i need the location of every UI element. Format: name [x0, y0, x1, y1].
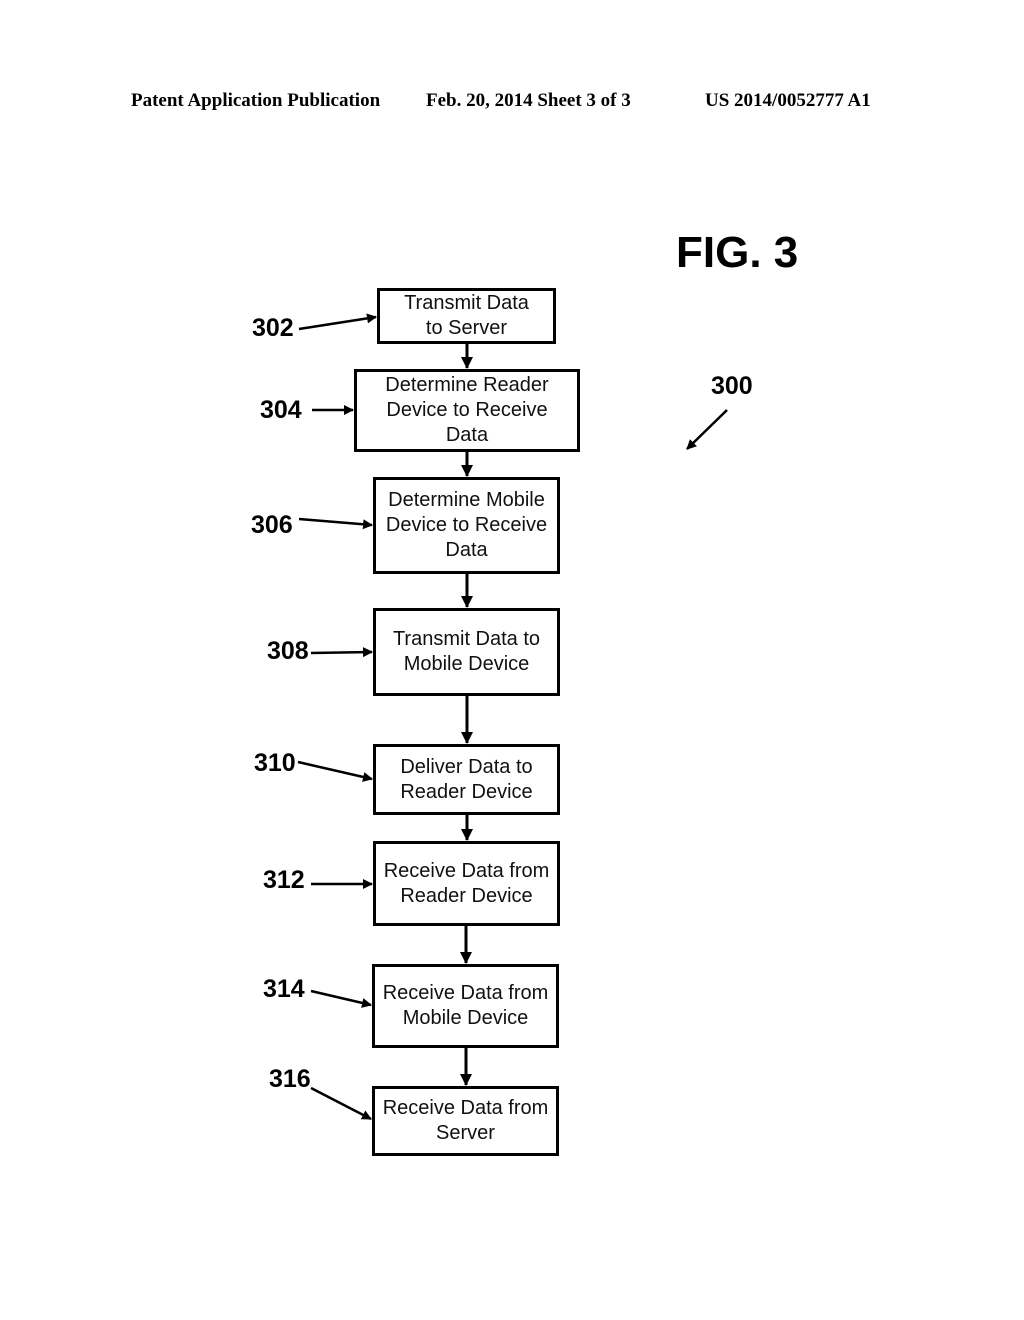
leader-arrow-306 [298, 517, 373, 530]
figure-reference-arrow [686, 409, 728, 450]
leader-arrow-316 [310, 1086, 372, 1121]
flowchart-connectors [297, 313, 728, 1121]
leader-arrow-302 [298, 313, 377, 331]
leader-arrow-310 [297, 760, 373, 782]
leader-arrow-308 [310, 647, 373, 658]
leader-arrow-314 [310, 989, 372, 1008]
